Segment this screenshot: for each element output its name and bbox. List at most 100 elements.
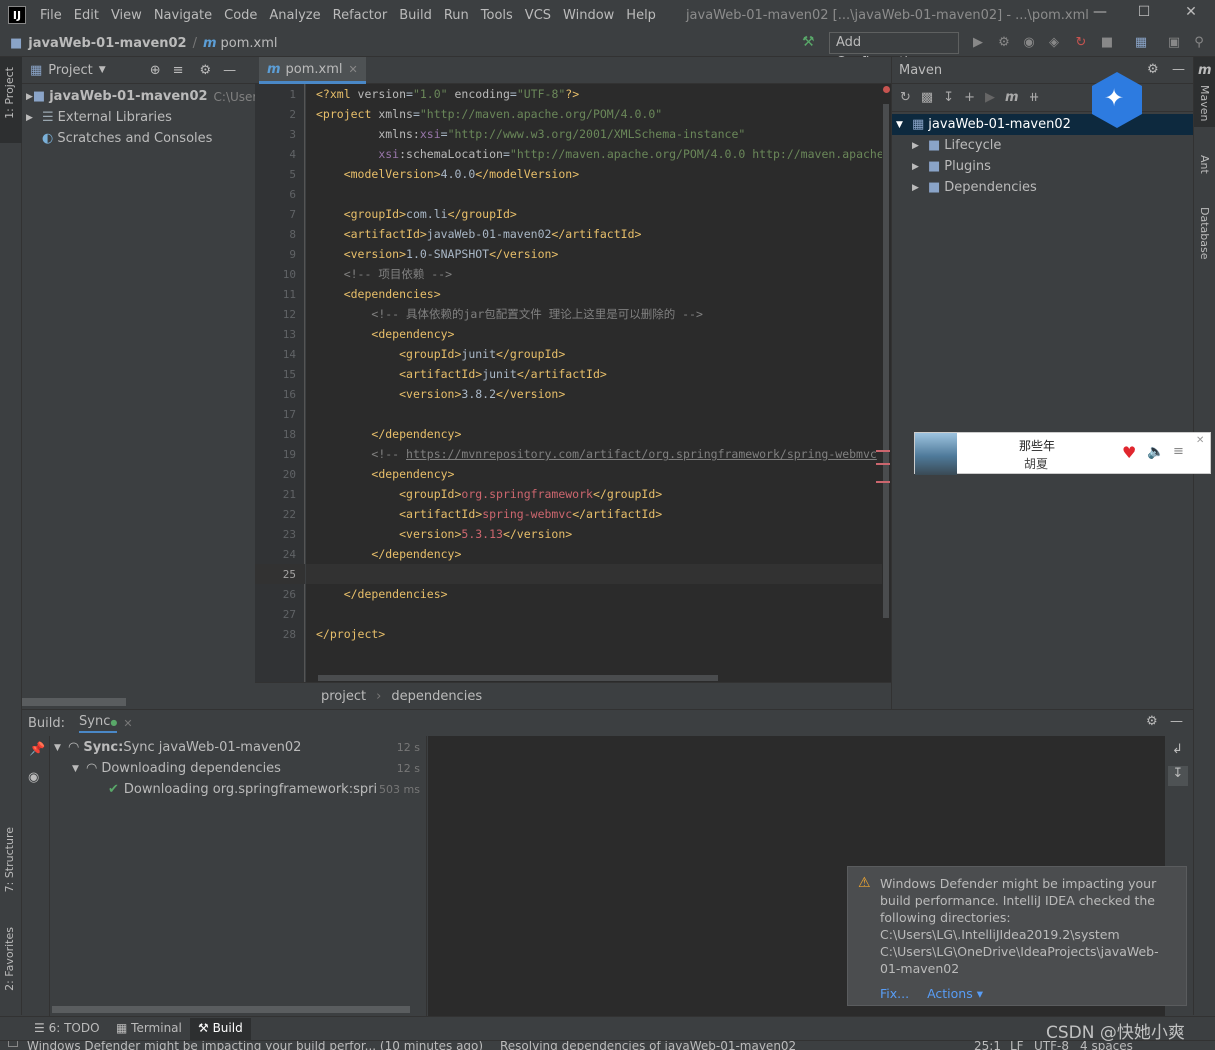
chevron-down-icon[interactable]: ▼ (896, 120, 912, 130)
chevron-right-icon[interactable]: ▶ (26, 92, 33, 102)
caret-position[interactable]: 25:1 (974, 1041, 1001, 1050)
coverage-icon[interactable]: ◉ (1020, 34, 1038, 52)
close-tab-icon[interactable]: ✕ (349, 63, 358, 76)
presentation-icon[interactable]: ▣ (1165, 34, 1183, 52)
tab-terminal[interactable]: ▦ Terminal (116, 1021, 182, 1035)
scroll-to-end-icon[interactable]: ↧ (1168, 766, 1188, 786)
gear-icon[interactable]: ⚙ (1147, 62, 1159, 77)
locate-icon[interactable]: ⊕ (150, 63, 161, 78)
build-row-sync[interactable]: ▼ ◠ Sync: Sync javaWeb-01-maven02 12 s (54, 737, 424, 758)
menu-analyze[interactable]: Analyze (269, 8, 320, 23)
chevron-right-icon[interactable]: ▶ (912, 141, 928, 151)
generate-sources-icon[interactable]: ▩ (921, 90, 933, 105)
menu-navigate[interactable]: Navigate (154, 8, 212, 23)
maximize-icon[interactable]: ☐ (1132, 4, 1156, 26)
database-tool-tab[interactable]: Database (1198, 207, 1211, 260)
chevron-down-icon[interactable]: ▼ (99, 65, 106, 75)
debug-icon[interactable]: ⚙ (995, 34, 1013, 52)
maven-tree-root[interactable]: ▼ ▦ javaWeb-01-maven02 (896, 114, 1071, 135)
music-player-popup[interactable]: 那些年 胡夏 ♥ 🔈 ≡ ✕ (914, 432, 1211, 475)
ant-tool-tab[interactable]: Ant (1198, 155, 1211, 174)
chevron-down-icon[interactable]: ▼ (72, 764, 86, 774)
eye-icon[interactable]: ◉ (28, 770, 39, 785)
minimize-icon[interactable]: — (1088, 4, 1112, 26)
tree-item-external-libraries[interactable]: ▶ ☰ External Libraries (22, 107, 255, 128)
build-row-download-item[interactable]: ✔ Downloading org.springframework:spring… (108, 779, 424, 800)
project-structure-icon[interactable]: ▦ (1132, 34, 1150, 52)
toggle-offline-icon[interactable]: ⧺ (1029, 90, 1040, 105)
maven-tree-dependencies[interactable]: ▶ ■ Dependencies (912, 177, 1037, 198)
close-tab-icon[interactable]: ✕ (123, 717, 132, 730)
editor-horizontal-scrollbar[interactable] (318, 675, 718, 681)
menu-help[interactable]: Help (626, 8, 656, 23)
volume-icon[interactable]: 🔈 (1147, 444, 1164, 460)
hide-icon[interactable]: — (1172, 62, 1185, 77)
code-editor[interactable]: <?xml version="1.0" encoding="UTF-8"?> <… (306, 84, 882, 682)
close-icon[interactable]: ✕ (1179, 4, 1203, 26)
hide-icon[interactable]: — (1170, 714, 1183, 729)
heart-icon[interactable]: ♥ (1122, 443, 1136, 462)
status-toggle-icon[interactable] (8, 1041, 18, 1047)
run-icon[interactable]: ▶ (969, 34, 987, 52)
project-panel-title[interactable]: Project (48, 63, 92, 78)
error-indicator-icon[interactable] (883, 86, 890, 93)
fix-link[interactable]: Fix... (880, 986, 909, 1001)
structure-tool-tab[interactable]: 7: Structure (3, 827, 16, 892)
chevron-down-icon[interactable]: ▼ (54, 743, 68, 753)
search-icon[interactable]: ⚲ (1190, 34, 1208, 52)
favorites-tool-tab[interactable]: 2: Favorites (3, 927, 16, 991)
breadcrumb-file[interactable]: pom.xml (221, 36, 278, 51)
profile-icon[interactable]: ◈ (1045, 34, 1063, 52)
menu-vcs[interactable]: VCS (525, 8, 551, 23)
close-popup-icon[interactable]: ✕ (1196, 435, 1204, 446)
actions-link[interactable]: Actions ▾ (927, 986, 983, 1001)
menu-window[interactable]: Window (563, 8, 614, 23)
pin-icon[interactable]: 📌 (29, 742, 45, 757)
maven-tool-tab[interactable]: Maven (1198, 85, 1211, 121)
menu-edit[interactable]: Edit (74, 8, 99, 23)
breadcrumb-project[interactable]: javaWeb-01-maven02 (28, 36, 186, 51)
build-tree-scrollbar[interactable] (52, 1006, 410, 1013)
notification-balloon[interactable]: ⚠ Windows Defender might be impacting yo… (847, 866, 1187, 1006)
stop-icon[interactable]: ■ (1098, 34, 1116, 52)
breadcrumb-dependencies-tag[interactable]: dependencies (391, 689, 482, 704)
playlist-icon[interactable]: ≡ (1173, 444, 1184, 459)
tab-pom-xml[interactable]: m pom.xml ✕ (259, 57, 366, 84)
chevron-right-icon[interactable]: ▶ (912, 183, 928, 193)
breadcrumb-project-tag[interactable]: project (321, 689, 366, 704)
menu-run[interactable]: Run (444, 8, 469, 23)
tree-item-project[interactable]: ▶ ■ javaWeb-01-maven02 C:\Users\ (22, 86, 268, 107)
gear-icon[interactable]: ⚙ (200, 63, 212, 78)
menu-code[interactable]: Code (224, 8, 257, 23)
menu-tools[interactable]: Tools (481, 8, 513, 23)
add-icon[interactable]: + (964, 90, 975, 105)
execute-goal-icon[interactable]: m (1005, 90, 1019, 105)
add-configuration-button[interactable]: Add Configuration... (829, 32, 959, 70)
download-icon[interactable]: ↧ (943, 90, 954, 105)
horizontal-scrollbar[interactable] (22, 698, 126, 706)
menu-view[interactable]: View (111, 8, 142, 23)
build-row-downloading[interactable]: ▼ ◠ Downloading dependencies 12 s (72, 758, 424, 779)
hide-icon[interactable]: — (223, 63, 236, 78)
menu-file[interactable]: File (40, 8, 62, 23)
menu-refactor[interactable]: Refactor (333, 8, 388, 23)
hammer-icon[interactable]: ⚒ (802, 34, 815, 50)
chevron-right-icon[interactable]: ▶ (912, 162, 928, 172)
tab-todo[interactable]: ☰ 6: TODO (34, 1021, 100, 1035)
menu-build[interactable]: Build (399, 8, 432, 23)
maven-tree-lifecycle[interactable]: ▶ ■ Lifecycle (912, 135, 1001, 156)
tab-build[interactable]: ⚒ Build (190, 1018, 251, 1040)
run-icon[interactable]: ▶ (985, 90, 995, 105)
chevron-right-icon[interactable]: ▶ (26, 113, 42, 123)
collapse-all-icon[interactable]: ≡ (173, 63, 184, 78)
tree-item-scratches[interactable]: ◐ Scratches and Consoles (22, 128, 255, 149)
gear-icon[interactable]: ⚙ (1146, 714, 1158, 729)
maven-tree-plugins[interactable]: ▶ ■ Plugins (912, 156, 991, 177)
soft-wrap-icon[interactable]: ↲ (1172, 742, 1183, 757)
reload-icon[interactable]: ↻ (900, 90, 911, 105)
status-message[interactable]: Windows Defender might be impacting your… (27, 1041, 483, 1050)
tab-sync[interactable]: Sync● (79, 714, 118, 733)
project-tool-tab[interactable]: 1: Project (3, 67, 16, 119)
line-separator[interactable]: LF (1010, 1041, 1024, 1050)
editor-vertical-scrollbar[interactable] (882, 84, 891, 682)
